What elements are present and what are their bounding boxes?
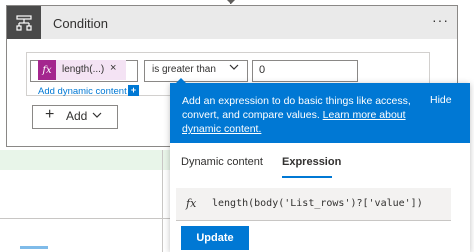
- chevron-down-icon: [92, 112, 102, 118]
- pane-divider: [0, 218, 170, 219]
- chevron-down-icon[interactable]: [229, 64, 239, 71]
- add-dynamic-content-link[interactable]: Add dynamic content: [38, 86, 127, 97]
- status-strip: [0, 150, 170, 170]
- token-label: length(...): [62, 64, 105, 75]
- condition-title: Condition: [53, 16, 108, 31]
- pane-divider-vertical: [162, 150, 163, 252]
- fx-icon: fx: [38, 60, 56, 80]
- active-tab-indicator: [282, 176, 332, 178]
- right-operand-value: 0: [259, 64, 266, 76]
- banner-text: Add an expression to do basic things lik…: [182, 94, 414, 136]
- expression-value[interactable]: length(body('List_rows')?['value']): [212, 198, 423, 209]
- right-operand-input[interactable]: [252, 60, 358, 82]
- remove-token-icon[interactable]: ×: [110, 62, 116, 74]
- fx-icon: fx: [186, 197, 197, 210]
- more-options-icon[interactable]: ···: [432, 12, 449, 28]
- tab-dynamic-content[interactable]: Dynamic content: [181, 156, 263, 168]
- bottom-link[interactable]: [20, 246, 48, 249]
- add-button-label: Add: [66, 109, 88, 123]
- update-button[interactable]: Update: [181, 226, 249, 250]
- condition-card-header[interactable]: Condition ···: [7, 6, 457, 39]
- hide-button[interactable]: Hide: [430, 94, 452, 106]
- condition-icon: [7, 6, 41, 39]
- add-dynamic-content-icon[interactable]: +: [128, 85, 139, 96]
- connector-arrow-icon: [227, 0, 235, 4]
- tab-expression[interactable]: Expression: [282, 156, 341, 168]
- operator-selected-value: is greater than: [152, 64, 216, 75]
- plus-icon: +: [45, 106, 55, 123]
